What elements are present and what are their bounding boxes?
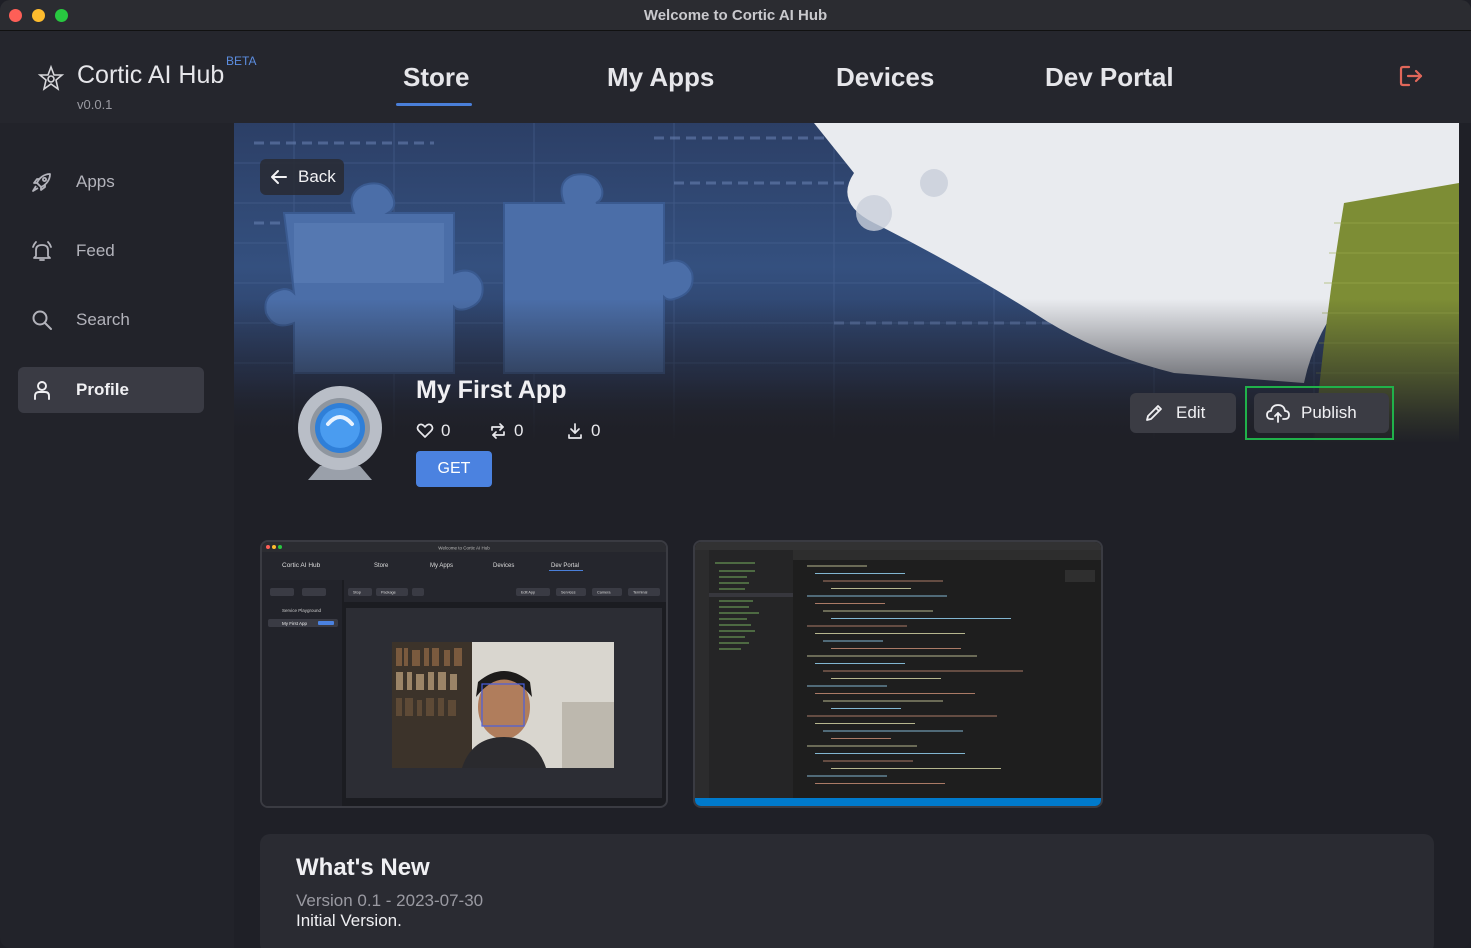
reposts-stat[interactable]: 0 [489, 420, 539, 442]
svg-text:My First App: My First App [282, 621, 308, 626]
screenshot-app-preview: Welcome to Cortic AI Hub Cortic AI Hub S… [262, 542, 666, 806]
release-version: Version 0.1 - 2023-07-30 [296, 891, 484, 910]
sidebar-item-label: Apps [76, 172, 115, 191]
sidebar-item-apps[interactable]: Apps [18, 159, 204, 205]
svg-text:Package: Package [381, 591, 396, 595]
cloud-upload-icon [1266, 404, 1290, 423]
reposts-count: 0 [514, 421, 524, 440]
sidebar-item-label: Profile [76, 380, 129, 399]
window-title: Welcome to Cortic AI Hub [643, 7, 828, 24]
app-version: v0.0.1 [77, 97, 113, 112]
active-tab-indicator [396, 103, 472, 106]
download-icon [568, 423, 582, 439]
tab-devices[interactable]: Devices [836, 62, 934, 93]
arrow-left-icon [271, 170, 287, 184]
tab-store[interactable]: Store [403, 62, 469, 93]
sidebar-item-label: Feed [76, 241, 115, 260]
whats-new-section: What's New Version 0.1 - 2023-07-30 Init… [260, 834, 1434, 948]
svg-text:Edit App: Edit App [521, 591, 535, 595]
sidebar-item-search[interactable]: Search [18, 297, 204, 343]
edit-button[interactable]: Edit [1130, 393, 1236, 433]
sidebar: Apps Feed Search Profile [0, 123, 234, 948]
likes-count: 0 [441, 421, 451, 440]
webcam-app-icon [298, 386, 382, 480]
user-icon [34, 381, 50, 400]
search-icon [32, 310, 52, 330]
get-button[interactable]: GET [416, 451, 492, 487]
svg-text:Terminal: Terminal [633, 591, 648, 595]
edit-label: Edit [1176, 403, 1206, 422]
app-detail-page: Back My First App 0 0 0 GET Edit Publish… [234, 123, 1471, 948]
heart-icon [416, 423, 434, 438]
app-screenshot-1[interactable]: Welcome to Cortic AI Hub Cortic AI Hub S… [260, 540, 668, 808]
back-button[interactable]: Back [260, 159, 344, 195]
app-title: My First App [416, 376, 567, 404]
whats-new-title: What's New [296, 854, 430, 881]
likes-stat[interactable]: 0 [416, 420, 466, 442]
svg-text:Store: Store [374, 563, 389, 569]
pencil-icon [1146, 405, 1162, 421]
cortic-logo-icon [37, 64, 65, 91]
downloads-count: 0 [591, 421, 601, 440]
title-bar: Welcome to Cortic AI Hub [0, 0, 1471, 31]
sidebar-item-label: Search [76, 310, 130, 329]
svg-text:Camera: Camera [597, 591, 611, 595]
tab-dev-portal[interactable]: Dev Portal [1045, 62, 1174, 93]
app-screenshot-2[interactable] [693, 540, 1103, 808]
release-notes: Initial Version. [296, 911, 402, 930]
svg-text:Stop: Stop [353, 591, 361, 595]
publish-button[interactable]: Publish [1254, 393, 1389, 433]
back-label: Back [298, 167, 336, 186]
svg-text:Service Playground: Service Playground [282, 608, 322, 613]
screenshot-code-editor [695, 542, 1101, 806]
tab-my-apps[interactable]: My Apps [607, 62, 714, 93]
beta-badge: BETA [226, 54, 257, 68]
app-window: Welcome to Cortic AI Hub Cortic AI Hub B… [0, 0, 1471, 948]
top-header: Cortic AI Hub BETA v0.0.1 Store My Apps … [0, 31, 1471, 123]
svg-text:Devices: Devices [493, 563, 514, 569]
repost-icon [491, 423, 505, 439]
sidebar-item-feed[interactable]: Feed [18, 228, 204, 274]
brand-name: Cortic AI Hub [77, 61, 225, 89]
bell-icon [32, 241, 52, 261]
logout-icon[interactable] [1397, 62, 1425, 90]
rocket-icon [32, 173, 51, 192]
sidebar-item-profile[interactable]: Profile [18, 367, 204, 413]
publish-label: Publish [1301, 403, 1357, 422]
svg-text:Welcome to Cortic AI Hub: Welcome to Cortic AI Hub [438, 546, 490, 551]
svg-text:Cortic AI Hub: Cortic AI Hub [282, 562, 321, 569]
svg-text:My Apps: My Apps [430, 563, 453, 569]
svg-text:Services: Services [561, 591, 576, 595]
downloads-stat: 0 [566, 420, 616, 442]
svg-text:Dev Portal: Dev Portal [551, 563, 579, 569]
